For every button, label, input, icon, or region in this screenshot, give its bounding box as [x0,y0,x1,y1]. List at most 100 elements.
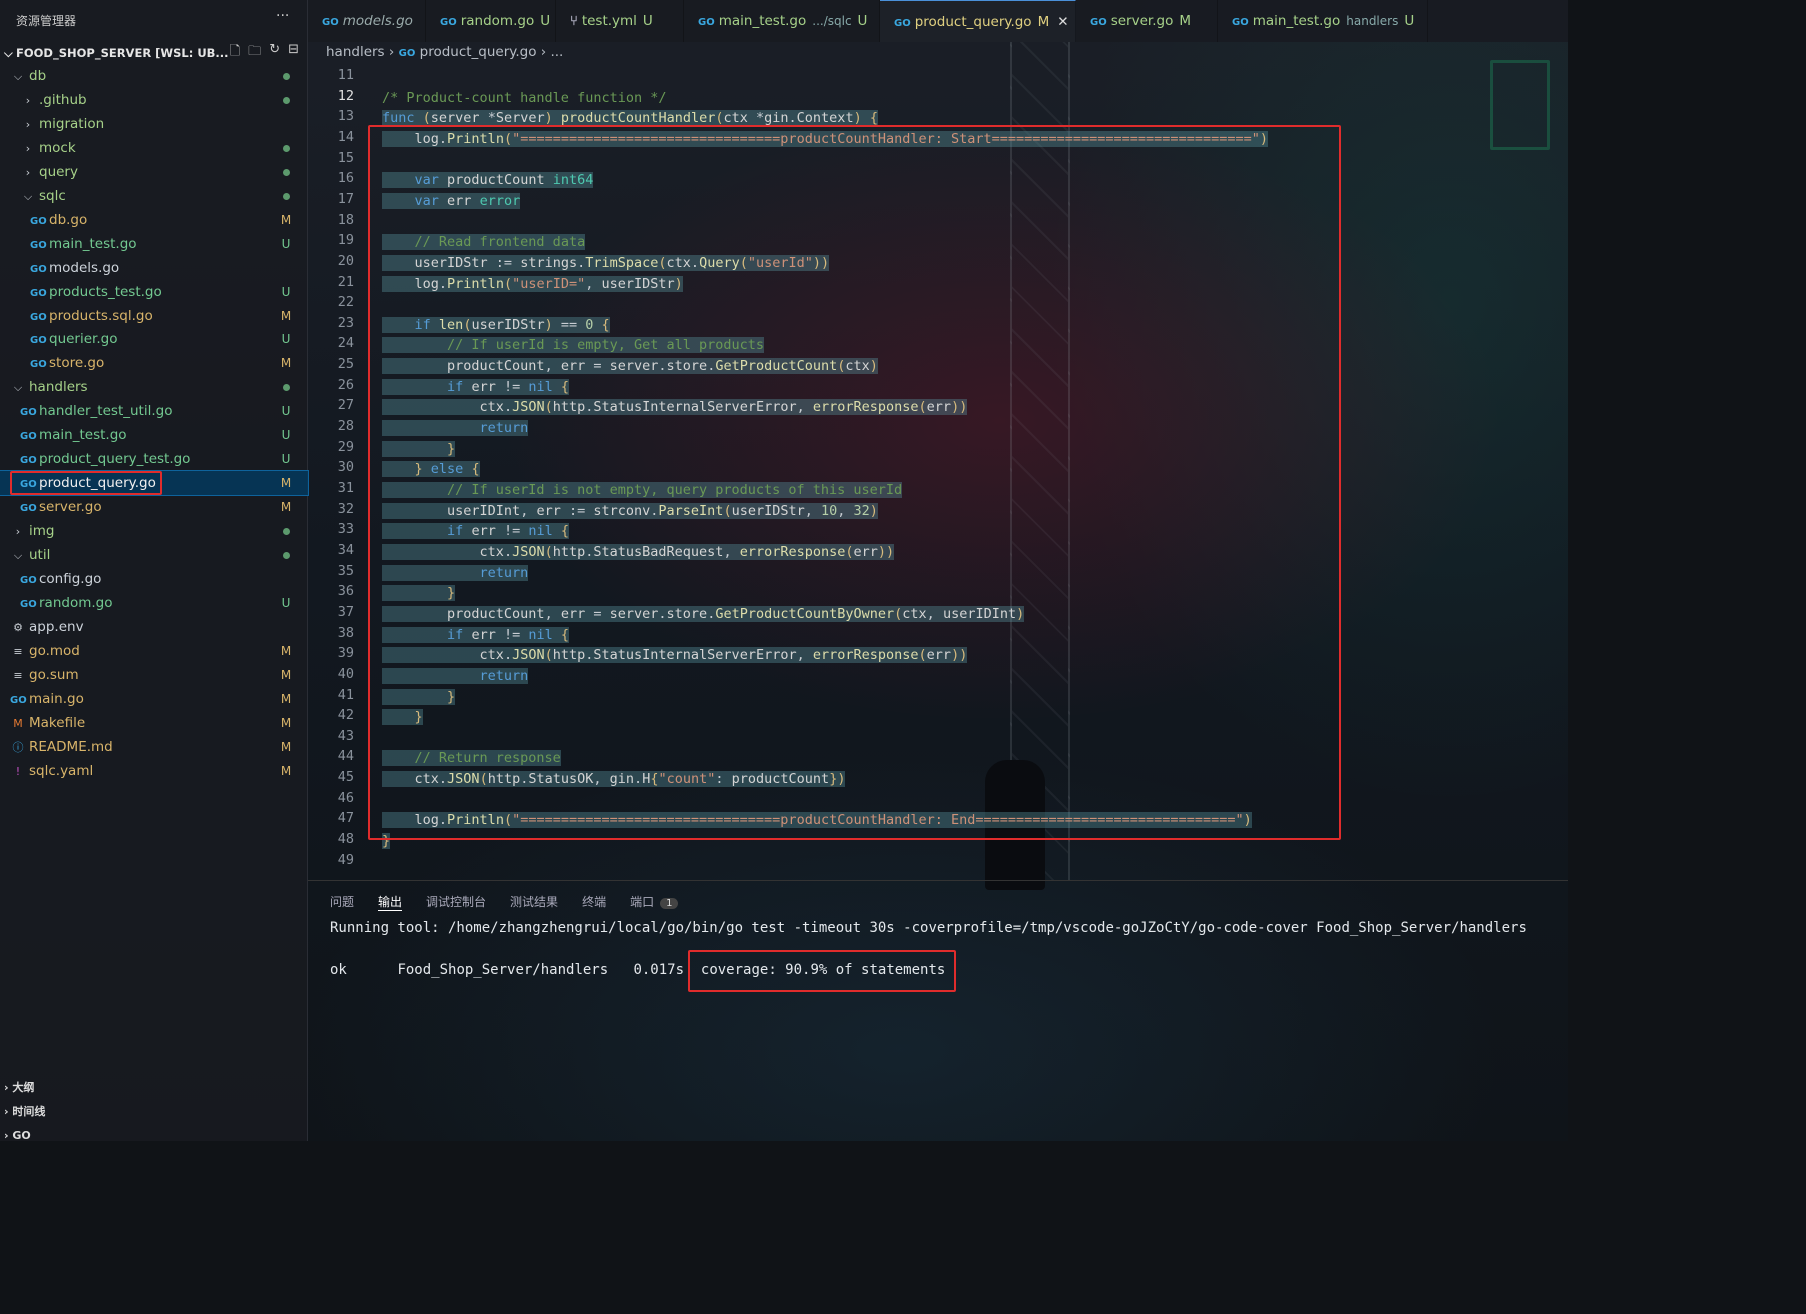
tree-item[interactable]: GO main_test.go U [0,423,308,447]
tree-item[interactable]: › query [0,160,308,184]
tree-item[interactable]: GO server.go M [0,495,308,519]
outline-section[interactable]: › 大纲 [0,1076,308,1100]
tree-item[interactable]: ⌵ util [0,543,308,567]
tree-item[interactable]: GO product_query_test.go U [0,447,308,471]
tree-item[interactable]: › .github [0,88,308,112]
line-number: 48 [337,831,354,848]
tree-item-label: util [29,547,51,563]
tree-item[interactable]: GO db.go M [0,208,308,232]
line-number: 18 [337,211,354,228]
makefile-icon: M [13,716,23,730]
go-file-icon: GO [30,335,47,347]
tree-item[interactable]: M Makefile M [0,711,308,735]
tab-label: main_test.go [1252,13,1341,29]
refresh-icon[interactable]: ↻ [269,42,280,64]
tree-item[interactable]: GO main.go M [0,687,308,711]
tree-item[interactable]: GO products_test.go U [0,280,308,304]
new-folder-icon[interactable]: 🗀 [248,42,261,64]
tab-test-yml[interactable]: ⑂ test.yml U [556,0,684,42]
line-number: 47 [337,810,354,827]
line-number: 32 [337,500,354,517]
tab-status: U [857,13,868,29]
tab-random-go[interactable]: GO random.go U [426,0,556,42]
tab-models-go[interactable]: GO models.go [308,0,426,42]
tab-status: U [1404,13,1415,29]
tree-item-label: querier.go [49,331,118,348]
tree-item[interactable]: ⓘ README.md M [0,735,308,759]
tree-item[interactable]: ⌵ sqlc [0,184,308,208]
new-file-icon[interactable]: 🗋 [230,42,240,64]
close-icon[interactable]: ✕ [1057,14,1068,30]
line-number: 35 [337,562,354,579]
go-file-icon: GO [10,694,27,706]
tree-item[interactable]: ⌵ handlers [0,375,308,399]
git-status: M [280,763,292,778]
breadcrumb-folder[interactable]: handlers [326,44,385,60]
go-section[interactable]: › GO [0,1124,308,1141]
line-number: 21 [337,273,354,290]
tree-item[interactable]: ⚙ app.env [0,615,308,639]
tree-item[interactable]: ⌵ db [0,64,308,88]
tree-item[interactable]: GO config.go [0,567,308,591]
tree-item[interactable]: GO store.go M [0,351,308,375]
tree-item[interactable]: GO handler_test_util.go U [0,399,308,423]
tab-main_test-go[interactable]: GO main_test.go handlers U [1218,0,1428,42]
git-status: M [280,356,292,371]
gear-icon: ⚙ [13,620,23,634]
tab-status: M [1179,13,1191,29]
chevron-right-icon: › [25,141,31,155]
result-ok: ok [330,962,347,978]
tab-product_query-go[interactable]: GO product_query.go M ✕ [880,0,1076,42]
tab-path: handlers [1346,14,1399,28]
panel-tab[interactable]: 测试结果 [510,893,558,911]
go-file-icon: GO [30,263,47,275]
tree-item[interactable]: ≡ go.mod M [0,639,308,663]
go-file-icon: GO [20,503,37,515]
code-line: /* Product-count handle function */ [382,89,667,106]
tree-item[interactable]: GO main_test.go U [0,232,308,256]
line-number: 40 [337,665,354,682]
tree-item-label: img [29,523,55,540]
tab-server-go[interactable]: GO server.go M [1076,0,1218,42]
tab-status: U [540,13,551,29]
breadcrumb-rest[interactable]: ... [550,44,563,60]
tree-item[interactable]: › mock [0,136,308,160]
tree-item[interactable]: ! sqlc.yaml M [0,759,308,783]
collapse-all-icon[interactable]: ⊟ [288,42,299,64]
timeline-section[interactable]: › 时间线 [0,1100,308,1124]
line-number: 15 [337,149,354,166]
output-running-line: Running tool: /home/zhangzhengrui/local/… [330,920,1527,936]
tree-item[interactable]: GO querier.go U [0,327,308,351]
breadcrumb-file[interactable]: product_query.go [420,44,537,60]
tree-item[interactable]: ≡ go.sum M [0,663,308,687]
go-file-icon: GO [1232,17,1249,28]
tab-main_test-go[interactable]: GO main_test.go .../sqlc U [684,0,880,42]
result-package: Food_Shop_Server/handlers [397,962,609,978]
git-status: M [280,643,292,658]
git-status: U [281,595,291,610]
tree-item-label: handler_test_util.go [39,403,173,420]
ports-badge: 1 [660,898,679,909]
tree-item[interactable]: GO products.sql.go M [0,304,308,328]
line-number: 23 [337,314,354,331]
status-dot [283,168,290,176]
tree-item[interactable]: GO models.go [0,256,308,280]
tree-item[interactable]: › migration [0,112,308,136]
tree-item-label: README.md [29,738,113,755]
panel-tab[interactable]: 调试控制台 [426,893,486,911]
panel-tab[interactable]: 端口 1 [630,893,679,911]
tree-item[interactable]: › img [0,519,308,543]
status-dot [283,528,290,536]
git-status: M [280,308,292,323]
line-number: 20 [337,252,354,269]
line-number: 42 [337,707,354,724]
tab-status: U [642,13,653,29]
more-actions-icon[interactable]: ··· [276,8,289,24]
coverage-highlight-box [688,950,956,992]
panel-tab[interactable]: 终端 [582,893,606,911]
project-name: FOOD_SHOP_SERVER [WSL: UB... [16,46,229,60]
tree-item[interactable]: GO random.go U [0,591,308,615]
panel-tab[interactable]: 问题 [330,893,354,911]
git-status: U [281,428,291,443]
panel-tab[interactable]: 输出 [378,893,403,911]
